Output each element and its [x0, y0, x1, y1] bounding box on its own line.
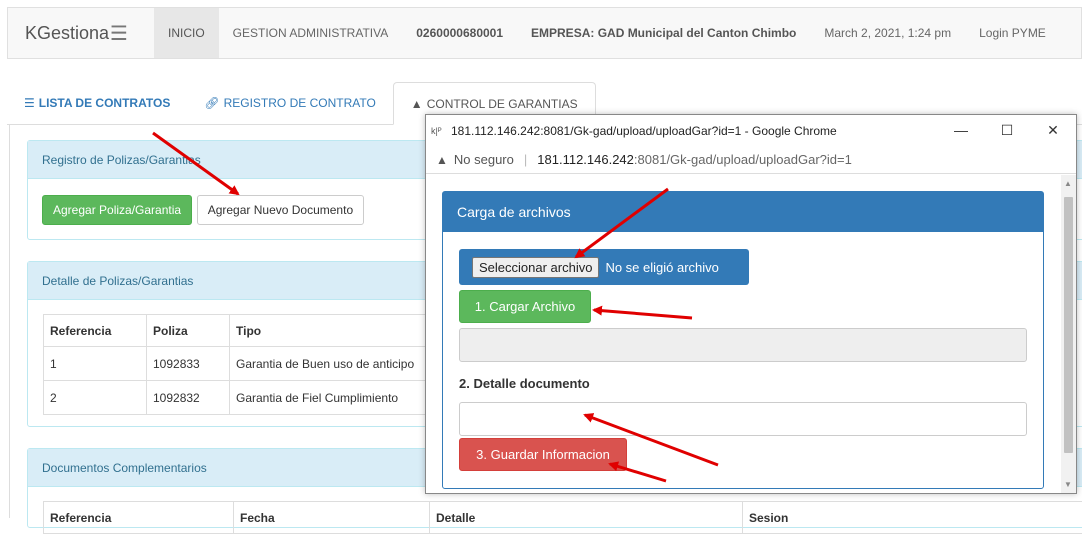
- window-title: 181.112.146.242:8081/Gk-gad/upload/uploa…: [451, 124, 837, 138]
- add-poliza-button[interactable]: Agregar Poliza/Garantia: [42, 195, 192, 225]
- select-file-button[interactable]: Seleccionar archivo: [472, 257, 599, 278]
- upload-panel-title: Carga de archivos: [443, 192, 1043, 232]
- tab-label: REGISTRO DE CONTRATO: [224, 96, 376, 110]
- upload-progress-bar: [459, 328, 1027, 362]
- list-icon: ☰: [24, 96, 35, 110]
- upload-popup-window: k|ᴾ 181.112.146.242:8081/Gk-gad/upload/u…: [425, 114, 1077, 494]
- not-secure-label: No seguro: [454, 152, 514, 167]
- link-icon: 🔗︎: [204, 96, 219, 110]
- menu-icon[interactable]: ☰: [110, 21, 132, 46]
- col-referencia: Referencia: [44, 315, 147, 347]
- detail-label: 2. Detalle documento: [459, 376, 590, 391]
- load-file-button[interactable]: 1. Cargar Archivo: [459, 290, 591, 323]
- brand[interactable]: KGestiona: [8, 23, 98, 44]
- nav-login[interactable]: Login PYME: [965, 26, 1060, 40]
- minimize-icon[interactable]: —: [938, 122, 984, 139]
- nav-ruc: 0260000680001: [402, 26, 517, 40]
- cell: 1092832: [147, 381, 230, 415]
- tab-lista-contratos[interactable]: ☰ LISTA DE CONTRATOS: [7, 82, 187, 124]
- scroll-down-icon[interactable]: ▼: [1064, 480, 1072, 489]
- url-path: :8081/Gk-gad/upload/uploadGar?id=1: [634, 152, 852, 167]
- nav-inicio[interactable]: INICIO: [154, 8, 219, 58]
- nav-gestion-administrativa[interactable]: GESTION ADMINISTRATIVA: [219, 26, 403, 40]
- warning-icon: ▲: [411, 97, 423, 111]
- top-navbar: KGestiona ☰ INICIO GESTION ADMINISTRATIV…: [7, 7, 1082, 59]
- file-status: No se eligió archivo: [605, 260, 718, 275]
- tab-label: CONTROL DE GARANTIAS: [427, 97, 578, 111]
- add-document-button[interactable]: Agregar Nuevo Documento: [197, 195, 364, 225]
- favicon-icon: k|ᴾ: [431, 126, 451, 136]
- window-titlebar[interactable]: k|ᴾ 181.112.146.242:8081/Gk-gad/upload/u…: [426, 115, 1076, 146]
- scroll-thumb[interactable]: [1064, 197, 1073, 453]
- scrollbar[interactable]: ▲ ▼: [1061, 175, 1076, 493]
- divider: |: [524, 152, 527, 167]
- close-icon[interactable]: ✕: [1030, 122, 1076, 139]
- url-host: 181.112.146.242: [537, 152, 634, 167]
- save-info-button[interactable]: 3. Guardar Informacion: [459, 438, 627, 471]
- address-bar[interactable]: ▲ No seguro | 181.112.146.242 :8081/Gk-g…: [426, 146, 1076, 174]
- tab-registro-contrato[interactable]: 🔗︎ REGISTRO DE CONTRATO: [187, 82, 392, 124]
- cell: 1: [44, 347, 147, 381]
- maximize-icon[interactable]: ☐: [984, 122, 1030, 139]
- tab-label: LISTA DE CONTRATOS: [39, 96, 171, 110]
- cell: 1092833: [147, 347, 230, 381]
- col-poliza: Poliza: [147, 315, 230, 347]
- upload-panel: Carga de archivos Seleccionar archivo No…: [442, 191, 1044, 489]
- nav-datetime: March 2, 2021, 1:24 pm: [810, 26, 965, 40]
- cell: 2: [44, 381, 147, 415]
- warning-icon: ▲: [436, 153, 448, 167]
- detail-input[interactable]: [459, 402, 1027, 436]
- nav-empresa: EMPRESA: GAD Municipal del Canton Chimbo: [517, 26, 810, 40]
- file-input[interactable]: Seleccionar archivo No se eligió archivo: [459, 249, 749, 285]
- scroll-up-icon[interactable]: ▲: [1064, 179, 1072, 188]
